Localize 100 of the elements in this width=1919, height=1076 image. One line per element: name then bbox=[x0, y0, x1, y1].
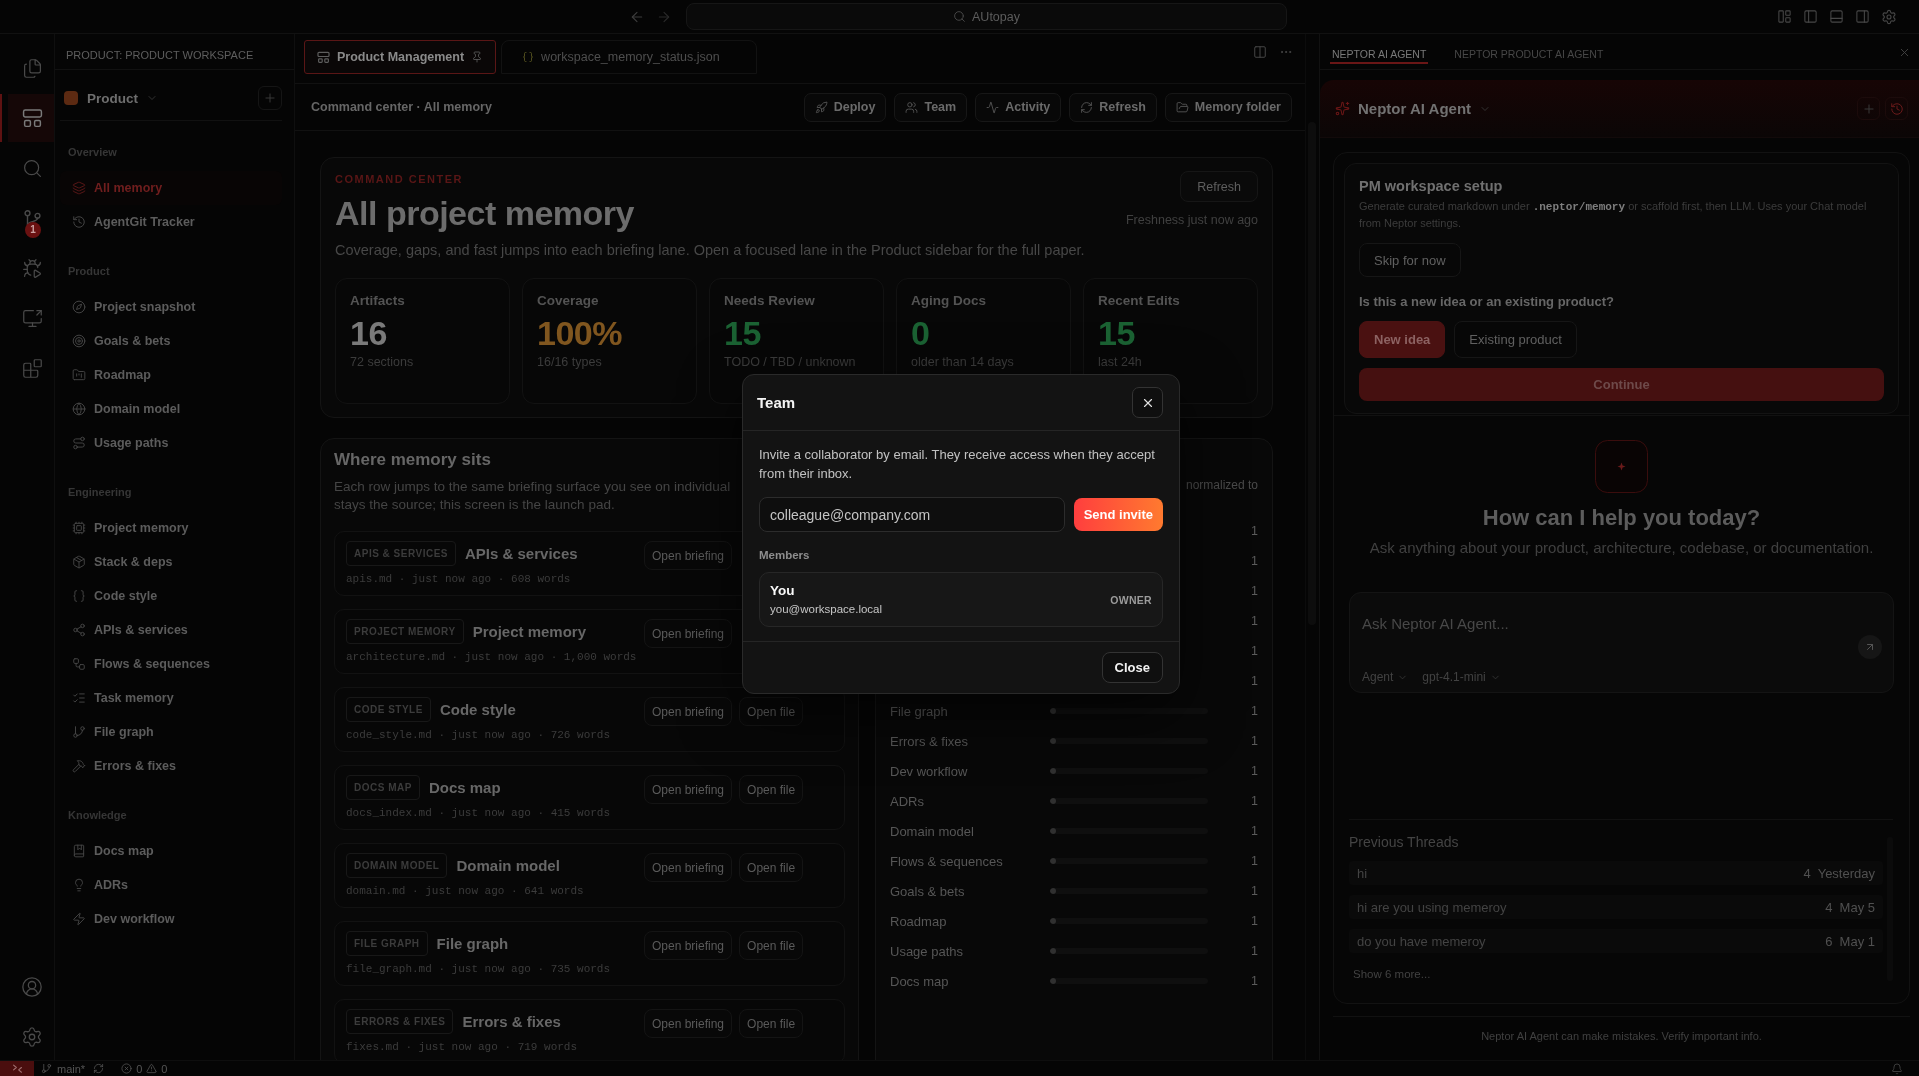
close-icon[interactable] bbox=[1898, 46, 1911, 59]
distribution-label: Goals & bets bbox=[890, 883, 965, 899]
nav-item[interactable]: Usage paths bbox=[60, 426, 282, 460]
thread-message-count: 4 bbox=[1803, 865, 1811, 881]
lightbulb-icon bbox=[72, 878, 86, 892]
nav-item[interactable]: Task memory bbox=[60, 681, 282, 715]
remote-button[interactable] bbox=[0, 1061, 34, 1076]
toolbar-button[interactable]: Activity bbox=[975, 92, 1062, 122]
open-file-button[interactable]: Open file bbox=[739, 1009, 804, 1038]
setup-question: Is this a new idea or an existing product? bbox=[1359, 293, 1614, 311]
stat-value: 15 bbox=[1098, 314, 1135, 352]
thread-date: May 5 bbox=[1839, 899, 1875, 915]
continue-button[interactable]: Continue bbox=[1359, 368, 1884, 401]
layout-panels-icon[interactable] bbox=[1777, 9, 1792, 24]
open-briefing-button[interactable]: Open briefing bbox=[644, 697, 733, 726]
add-button[interactable] bbox=[258, 86, 282, 110]
nav-item[interactable]: AgentGit Tracker bbox=[60, 205, 282, 239]
editor-tab[interactable]: workspace_memory_status.json bbox=[501, 40, 757, 74]
warning-icon bbox=[146, 1063, 158, 1074]
row-title: Domain model bbox=[456, 857, 560, 874]
thread-item[interactable]: hi are you using memeroy 4 May 5 bbox=[1349, 895, 1883, 919]
distribution-count: 1 bbox=[1251, 674, 1258, 688]
braces-icon bbox=[72, 589, 86, 603]
distribution-label: Docs map bbox=[890, 973, 949, 989]
sync-icon[interactable] bbox=[93, 1063, 105, 1074]
open-briefing-button[interactable]: Open briefing bbox=[644, 853, 733, 882]
nav-item[interactable]: Flows & sequences bbox=[60, 647, 282, 681]
email-input[interactable]: colleague@company.com bbox=[759, 497, 1065, 532]
agent-switcher[interactable]: Neptor AI Agent bbox=[1358, 100, 1492, 117]
thread-item[interactable]: do you have memeroy 6 May 1 bbox=[1349, 929, 1883, 953]
target-icon bbox=[72, 334, 86, 348]
nav-item[interactable]: Domain model bbox=[60, 392, 282, 426]
branch-button[interactable]: main* bbox=[41, 1061, 86, 1076]
toolbar-button[interactable]: Refresh bbox=[1069, 92, 1157, 122]
right-panel-icon[interactable] bbox=[1855, 9, 1870, 24]
remote-icon bbox=[11, 1063, 23, 1074]
distribution-count: 1 bbox=[1251, 944, 1258, 958]
editor-tab[interactable]: Product Management bbox=[304, 40, 497, 74]
command-search-bar[interactable]: AUtopay bbox=[686, 3, 1287, 30]
folder-icon bbox=[72, 368, 86, 382]
breadcrumb: Command center · All memory bbox=[311, 100, 492, 114]
send-invite-button[interactable]: Send invite bbox=[1073, 498, 1163, 531]
close-dialog-button[interactable]: Close bbox=[1101, 652, 1163, 683]
nav-item[interactable]: Project snapshot bbox=[60, 290, 282, 324]
users-icon bbox=[905, 100, 919, 114]
nav-item[interactable]: File graph bbox=[60, 715, 282, 749]
bottom-panel-icon[interactable] bbox=[1829, 9, 1844, 24]
choice-button[interactable]: New idea bbox=[1359, 321, 1446, 358]
toolbar-button[interactable]: Memory folder bbox=[1164, 92, 1292, 122]
open-briefing-button[interactable]: Open briefing bbox=[644, 541, 733, 570]
panel-tab[interactable]: NEPTOR PRODUCT AI AGENT bbox=[1452, 34, 1606, 64]
chip-icon bbox=[72, 521, 86, 535]
nav-item[interactable]: Goals & bets bbox=[60, 324, 282, 358]
history-button[interactable] bbox=[1885, 97, 1908, 120]
nav-item[interactable]: Errors & fixes bbox=[60, 749, 282, 783]
nav-item[interactable]: Roadmap bbox=[60, 358, 282, 392]
open-briefing-button[interactable]: Open briefing bbox=[644, 619, 733, 648]
nav-item[interactable]: ADRs bbox=[60, 868, 282, 902]
open-file-button[interactable]: Open file bbox=[739, 775, 804, 804]
columns-icon[interactable] bbox=[1253, 45, 1267, 59]
panel-tab[interactable]: NEPTOR AI AGENT bbox=[1330, 34, 1429, 64]
choice-button[interactable]: Existing product bbox=[1454, 321, 1577, 358]
problems-button[interactable]: 0 0 bbox=[121, 1061, 168, 1076]
nav-item[interactable]: Project memory bbox=[60, 511, 282, 545]
sparkle-icon bbox=[1595, 440, 1648, 493]
open-briefing-button[interactable]: Open briefing bbox=[644, 775, 733, 804]
send-button[interactable] bbox=[1858, 635, 1882, 659]
settings-icon[interactable] bbox=[1881, 8, 1897, 25]
error-count: 0 bbox=[136, 1061, 143, 1076]
open-briefing-button[interactable]: Open briefing bbox=[644, 931, 733, 960]
open-file-button[interactable]: Open file bbox=[739, 697, 804, 726]
distribution-count: 1 bbox=[1251, 914, 1258, 928]
member-email: you@workspace.local bbox=[770, 602, 883, 616]
thread-item[interactable]: hi 4 Yesterday bbox=[1349, 861, 1883, 885]
layout-icon bbox=[21, 107, 43, 129]
open-file-button[interactable]: Open file bbox=[739, 931, 804, 960]
open-file-button[interactable]: Open file bbox=[739, 853, 804, 882]
nav-item[interactable]: Docs map bbox=[60, 834, 282, 868]
close-button[interactable] bbox=[1132, 387, 1163, 418]
sparkles-icon bbox=[1335, 101, 1350, 116]
new-chat-button[interactable] bbox=[1857, 97, 1880, 120]
toolbar-button[interactable]: Team bbox=[894, 92, 968, 122]
open-briefing-button[interactable]: Open briefing bbox=[644, 1009, 733, 1038]
skip-button[interactable]: Skip for now bbox=[1359, 243, 1461, 277]
nav-item[interactable]: Code style bbox=[60, 579, 282, 613]
product-view-button[interactable] bbox=[0, 94, 54, 142]
workspace-switcher[interactable]: Product bbox=[87, 90, 158, 106]
plus-icon bbox=[263, 91, 277, 105]
row-title: File graph bbox=[436, 935, 509, 952]
source-control-button[interactable]: 1 bbox=[0, 194, 54, 242]
message-input[interactable]: Ask Neptor AI Agent... bbox=[1362, 613, 1848, 635]
workflow-icon bbox=[72, 657, 86, 671]
nav-item[interactable]: Stack & deps bbox=[60, 545, 282, 579]
refresh-button[interactable]: Refresh bbox=[1180, 171, 1258, 202]
toolbar-button[interactable]: Deploy bbox=[803, 92, 887, 122]
nav-item[interactable]: APIs & services bbox=[60, 613, 282, 647]
nav-item[interactable]: Dev workflow bbox=[60, 902, 282, 936]
distribution-count: 1 bbox=[1251, 584, 1258, 598]
bell-icon[interactable] bbox=[1891, 1062, 1903, 1075]
left-panel-icon[interactable] bbox=[1803, 9, 1818, 24]
